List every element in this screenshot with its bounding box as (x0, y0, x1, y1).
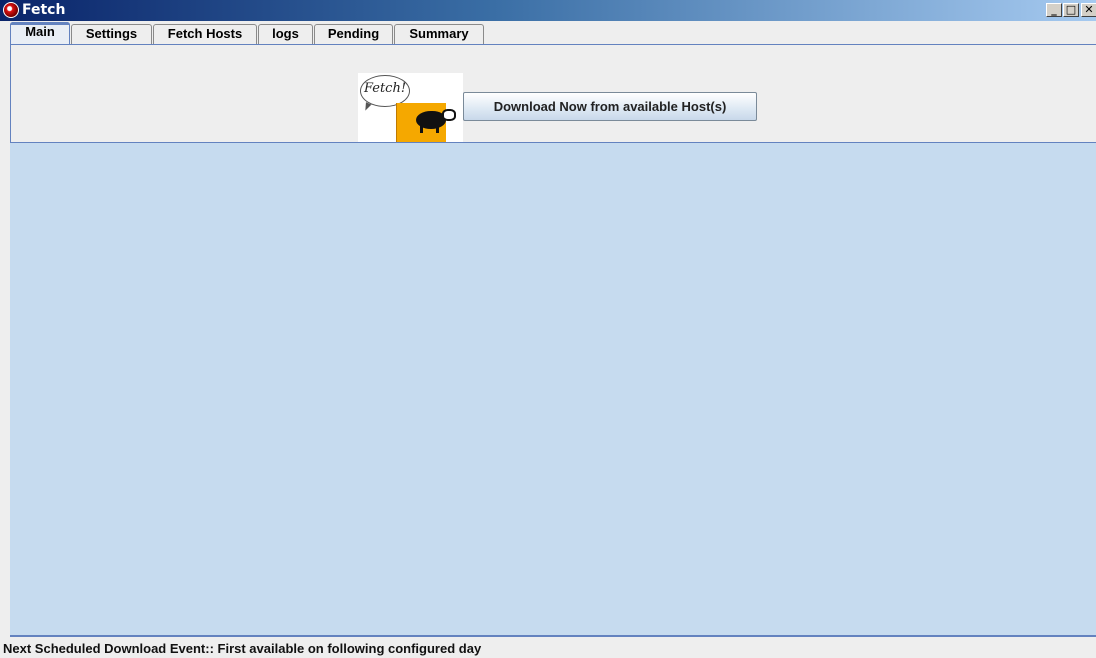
tab-pending[interactable]: Pending (314, 24, 393, 44)
tab-summary[interactable]: Summary (394, 24, 484, 44)
logo-text: Fetch! (363, 81, 407, 96)
main-content-panel (10, 142, 1096, 636)
speech-bubble-tail (362, 102, 372, 112)
download-now-button[interactable]: Download Now from available Host(s) (463, 92, 757, 121)
status-bar: Next Scheduled Download Event:: First av… (3, 641, 482, 656)
tab-main[interactable]: Main (10, 22, 70, 44)
dog-leg-graphic (420, 125, 423, 133)
dog-leg-graphic (436, 125, 439, 133)
tab-fetch-hosts[interactable]: Fetch Hosts (153, 24, 257, 44)
title-bar[interactable]: Fetch _ □ ✕ (0, 0, 1096, 21)
tab-strip: Main Settings Fetch Hosts logs Pending S… (10, 22, 1096, 44)
fetch-logo: Fetch! (358, 73, 463, 142)
close-button[interactable]: ✕ (1081, 3, 1096, 17)
dog-head-graphic (442, 109, 456, 121)
tab-settings[interactable]: Settings (71, 24, 152, 44)
window-title: Fetch (22, 2, 66, 18)
app-icon[interactable] (3, 2, 19, 18)
tab-logs[interactable]: logs (258, 24, 313, 44)
minimize-button[interactable]: _ (1046, 3, 1062, 17)
maximize-button[interactable]: □ (1063, 3, 1079, 17)
fetch-window: Fetch _ □ ✕ Main Settings Fetch Hosts lo… (0, 0, 1096, 658)
